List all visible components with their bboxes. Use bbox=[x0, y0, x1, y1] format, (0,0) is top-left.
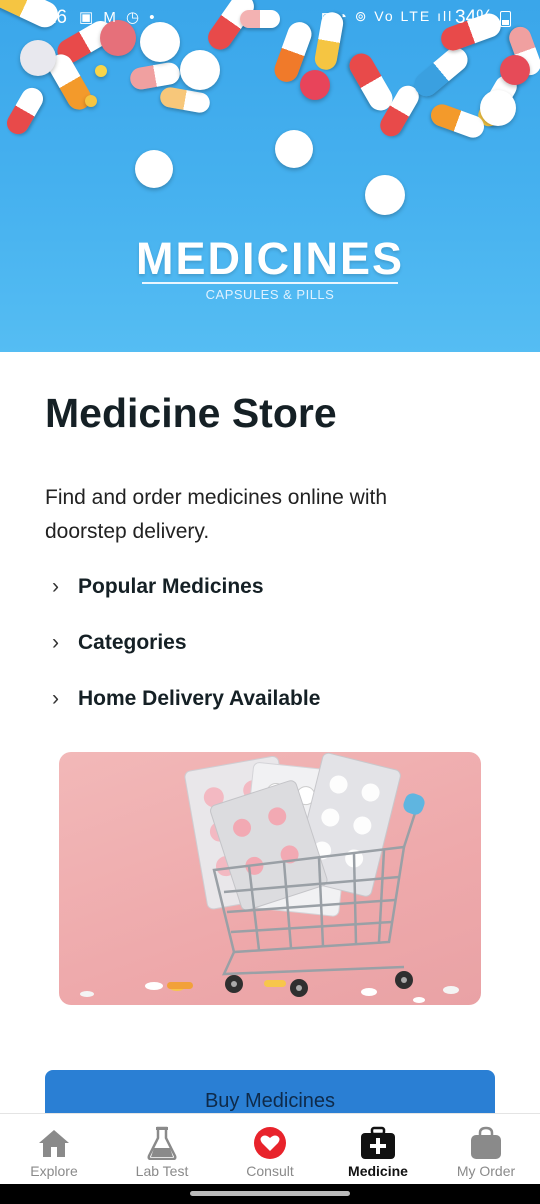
chevron-right-icon: › bbox=[52, 631, 59, 654]
nav-consult[interactable]: Consult bbox=[216, 1114, 324, 1185]
chevron-right-icon: › bbox=[52, 575, 59, 598]
bottom-navigation: Explore Lab Test Consult Medicine My Ord… bbox=[0, 1113, 540, 1185]
nav-label: Medicine bbox=[348, 1163, 408, 1179]
medicine-cart-image bbox=[59, 752, 481, 1005]
medical-bag-icon bbox=[360, 1126, 396, 1160]
nav-medicine[interactable]: Medicine bbox=[324, 1114, 432, 1185]
feature-home-delivery[interactable]: › Home Delivery Available bbox=[52, 684, 320, 714]
nav-label: Explore bbox=[30, 1163, 78, 1179]
heart-icon bbox=[253, 1126, 287, 1160]
nav-explore[interactable]: Explore bbox=[0, 1114, 108, 1185]
system-gesture-bar bbox=[0, 1184, 540, 1204]
page-title: Medicine Store bbox=[45, 390, 337, 436]
feature-categories[interactable]: › Categories bbox=[52, 628, 187, 658]
system-icons: ◙ ◔ ⊚ Vo LTE ıll bbox=[322, 8, 454, 24]
status-bar: 3:26 ▣ M ◷ • ◙ ◔ ⊚ Vo LTE ıll 34% bbox=[0, 0, 540, 34]
hero-title: MEDICINES bbox=[135, 233, 405, 284]
battery-icon bbox=[500, 11, 511, 27]
flask-icon bbox=[147, 1126, 177, 1160]
chevron-right-icon: › bbox=[52, 687, 59, 710]
nav-label: Lab Test bbox=[135, 1163, 189, 1179]
nav-label: Consult bbox=[246, 1163, 294, 1179]
nav-label: My Order bbox=[456, 1163, 516, 1179]
notification-icons: ▣ M ◷ • bbox=[79, 9, 158, 26]
home-gesture-handle[interactable] bbox=[190, 1191, 350, 1196]
battery-percent: 34% bbox=[455, 7, 494, 28]
nav-lab-test[interactable]: Lab Test bbox=[108, 1114, 216, 1185]
feature-label: Categories bbox=[78, 631, 187, 654]
hero-banner: MEDICINES CAPSULES & PILLS bbox=[0, 0, 540, 352]
nav-my-order[interactable]: My Order bbox=[432, 1114, 540, 1185]
feature-popular-medicines[interactable]: › Popular Medicines bbox=[52, 572, 264, 602]
page-description: Find and order medicines online with doo… bbox=[45, 486, 388, 543]
home-icon bbox=[37, 1126, 71, 1160]
feature-label: Home Delivery Available bbox=[78, 687, 321, 710]
hero-divider bbox=[142, 282, 398, 284]
status-time: 3:26 bbox=[30, 7, 67, 28]
hero-subtitle: CAPSULES & PILLS bbox=[205, 287, 335, 302]
shopping-bag-icon bbox=[469, 1126, 503, 1160]
feature-label: Popular Medicines bbox=[78, 575, 264, 598]
